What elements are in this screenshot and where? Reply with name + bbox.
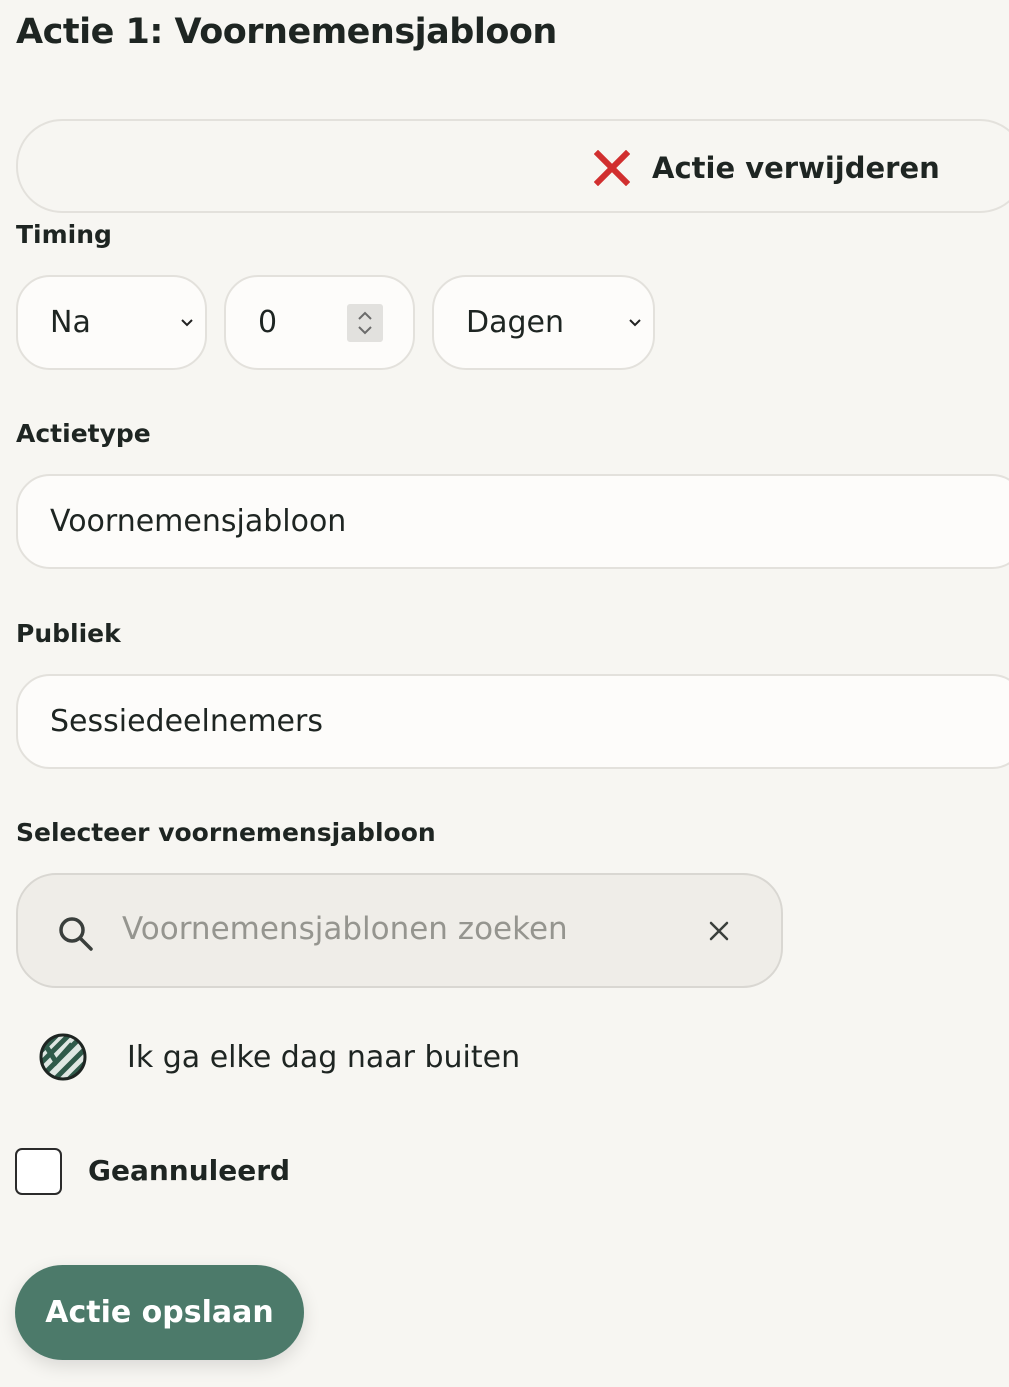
- audience-label: Publiek: [16, 619, 121, 648]
- striped-circle-icon: [39, 1033, 87, 1081]
- stepper-arrows-icon: [358, 311, 372, 335]
- timing-amount-value: 0: [258, 305, 278, 340]
- page-title: Actie 1: Voornemensjabloon: [16, 12, 557, 52]
- search-placeholder: Voornemensjablonen zoeken: [122, 911, 568, 947]
- action-type-value: Voornemensjabloon: [50, 504, 347, 539]
- clear-icon[interactable]: [708, 920, 730, 942]
- close-x-icon: [594, 150, 630, 186]
- template-select-label: Selecteer voornemensjabloon: [16, 818, 436, 847]
- template-item-label: Ik ga elke dag naar buiten: [127, 1039, 521, 1075]
- template-search-input[interactable]: Voornemensjablonen zoeken: [16, 873, 783, 988]
- timing-relation-select[interactable]: Na: [16, 275, 207, 370]
- cancelled-label: Geannuleerd: [88, 1154, 291, 1187]
- action-type-label: Actietype: [16, 419, 151, 448]
- audience-field[interactable]: Sessiedeelnemers: [16, 674, 1009, 769]
- number-stepper[interactable]: [347, 304, 383, 342]
- timing-amount-input[interactable]: 0: [224, 275, 415, 370]
- timing-unit-value: Dagen: [466, 305, 564, 340]
- template-list-item[interactable]: Ik ga elke dag naar buiten: [38, 1031, 520, 1083]
- chevron-down-icon: [629, 318, 641, 326]
- cancelled-checkbox[interactable]: [15, 1148, 62, 1195]
- timing-relation-value: Na: [50, 305, 91, 340]
- remove-action-label: Actie verwijderen: [652, 151, 940, 185]
- search-icon: [59, 917, 93, 951]
- remove-action-button[interactable]: Actie verwijderen: [594, 147, 940, 189]
- save-action-button[interactable]: Actie opslaan: [15, 1265, 304, 1360]
- timing-unit-select[interactable]: Dagen: [432, 275, 655, 370]
- action-type-field[interactable]: Voornemensjabloon: [16, 474, 1009, 569]
- timing-label: Timing: [16, 220, 112, 249]
- chevron-down-icon: [181, 318, 193, 326]
- audience-value: Sessiedeelnemers: [50, 704, 323, 739]
